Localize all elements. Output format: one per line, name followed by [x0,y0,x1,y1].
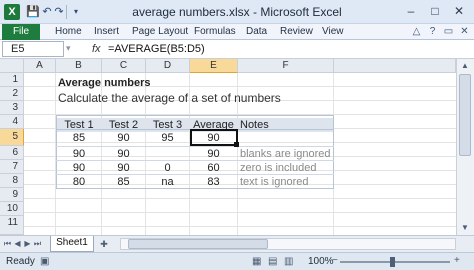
column-header-a[interactable]: A [24,59,56,73]
row-header-3[interactable]: 3 [0,101,24,115]
cell-e6[interactable]: 90 [190,147,237,161]
sheet-tab-bar: ⏮ ◀ ▶ ⏭ Sheet1 ✚ [0,235,474,252]
normal-view-icon[interactable]: ▦ [252,255,261,269]
row-header-1[interactable]: 1 [0,73,24,87]
cell-e7[interactable]: 60 [190,161,237,175]
column-header-f[interactable]: F [238,59,334,73]
zoom-in-button[interactable]: + [454,254,460,268]
row-header-11[interactable]: 11 [0,216,24,235]
zoom-level[interactable]: 100% [308,256,334,268]
active-cell-selection[interactable] [190,129,238,146]
horizontal-scroll-thumb[interactable] [128,239,268,249]
insert-function-icon[interactable]: fx [92,41,101,57]
save-icon[interactable]: 💾 [26,5,40,19]
formula-bar: E5 ▾ fx =AVERAGE(B5:D5) [0,40,474,59]
tab-page-layout[interactable]: Page Layout [132,24,188,40]
row-header-2[interactable]: 2 [0,87,24,101]
name-box-dropdown-icon[interactable]: ▾ [66,43,72,55]
cell-d5[interactable]: 95 [146,131,189,145]
redo-icon[interactable]: ↷ [52,5,66,19]
table-rule [56,160,334,161]
first-sheet-icon[interactable]: ⏮ [3,238,12,250]
cell-e8[interactable]: 83 [190,175,237,189]
next-sheet-icon[interactable]: ▶ [23,238,32,250]
tab-data[interactable]: Data [246,24,267,40]
status-bar: Ready ▣ ▦ ▤ ▥ 100% − + [0,252,474,270]
column-header-blank [334,59,456,73]
tab-formulas[interactable]: Formulas [194,24,236,40]
select-all-corner[interactable] [0,59,24,73]
tab-insert[interactable]: Insert [94,24,119,40]
vertical-scroll-thumb[interactable] [459,74,471,156]
macro-record-icon[interactable]: ▣ [40,255,49,269]
tab-view[interactable]: View [322,24,344,40]
scroll-up-icon[interactable]: ▲ [456,60,474,72]
cell-c6[interactable]: 90 [102,147,145,161]
cell-d6[interactable] [146,147,189,161]
sheet-tab-sheet1[interactable]: Sheet1 [50,236,94,252]
table-rule [56,146,334,147]
prev-sheet-icon[interactable]: ◀ [13,238,22,250]
cell-c8[interactable]: 85 [102,175,145,189]
status-ready: Ready [6,256,35,267]
tab-file[interactable]: File [2,24,40,40]
close-button[interactable]: ✕ [446,2,472,20]
help-icon[interactable]: ? [426,25,439,38]
row-header-5[interactable]: 5 [0,129,24,146]
cell-b7[interactable]: 90 [57,161,101,175]
ribbon-tabs: File Home Insert Page Layout Formulas Da… [0,24,474,40]
customize-icon[interactable]: ▾ [69,5,83,19]
tab-review[interactable]: Review [280,24,313,40]
toolbar-separator [66,5,67,19]
page-break-view-icon[interactable]: ▥ [284,255,293,269]
column-header-b[interactable]: B [56,59,102,73]
row-header-10[interactable]: 10 [0,202,24,216]
cell-f8[interactable]: text is ignored [240,175,308,189]
zoom-slider-thumb[interactable] [390,257,395,267]
tab-home[interactable]: Home [55,24,82,40]
insert-sheet-icon[interactable]: ✚ [96,238,112,250]
workbook-close-icon[interactable]: ✕ [458,25,471,38]
last-sheet-icon[interactable]: ⏭ [33,238,42,250]
zoom-slider[interactable] [340,261,450,263]
fill-handle[interactable] [234,142,239,147]
table-rule [56,174,334,175]
title-bar: X 💾 ↶ ↷ ▾ average numbers.xlsx - Microso… [0,0,474,24]
excel-app-icon[interactable]: X [4,4,20,20]
cell-d7[interactable]: 0 [146,161,189,175]
page-layout-view-icon[interactable]: ▤ [268,255,277,269]
column-header-c[interactable]: C [102,59,146,73]
row-header-6[interactable]: 6 [0,146,24,160]
row-header-7[interactable]: 7 [0,160,24,174]
row-header-9[interactable]: 9 [0,188,24,202]
cell-b6[interactable]: 90 [57,147,101,161]
cell-f6[interactable]: blanks are ignored [240,147,331,161]
cell-b8[interactable]: 80 [57,175,101,189]
column-header-d[interactable]: D [146,59,190,73]
sheet-title: Average numbers [58,77,151,89]
zoom-out-button[interactable]: − [332,254,338,268]
sheet-subtitle: Calculate the average of a set of number… [58,91,281,105]
maximize-button[interactable]: □ [422,2,448,20]
cell-c7[interactable]: 90 [102,161,145,175]
cell-b5[interactable]: 85 [57,131,101,145]
minimize-ribbon-icon[interactable]: △ [410,25,423,38]
row-header-4[interactable]: 4 [0,115,24,129]
formula-input[interactable]: =AVERAGE(B5:D5) [108,41,460,57]
minimize-button[interactable]: – [398,2,424,20]
cell-f7[interactable]: zero is included [240,161,316,175]
column-header-e[interactable]: E [190,59,238,73]
workbook-restore-icon[interactable]: ▭ [442,25,455,38]
row-header-8[interactable]: 8 [0,174,24,188]
name-box[interactable]: E5 [2,41,64,57]
cell-c5[interactable]: 90 [102,131,145,145]
scroll-down-icon[interactable]: ▼ [456,222,474,234]
cell-d8[interactable]: na [146,175,189,189]
